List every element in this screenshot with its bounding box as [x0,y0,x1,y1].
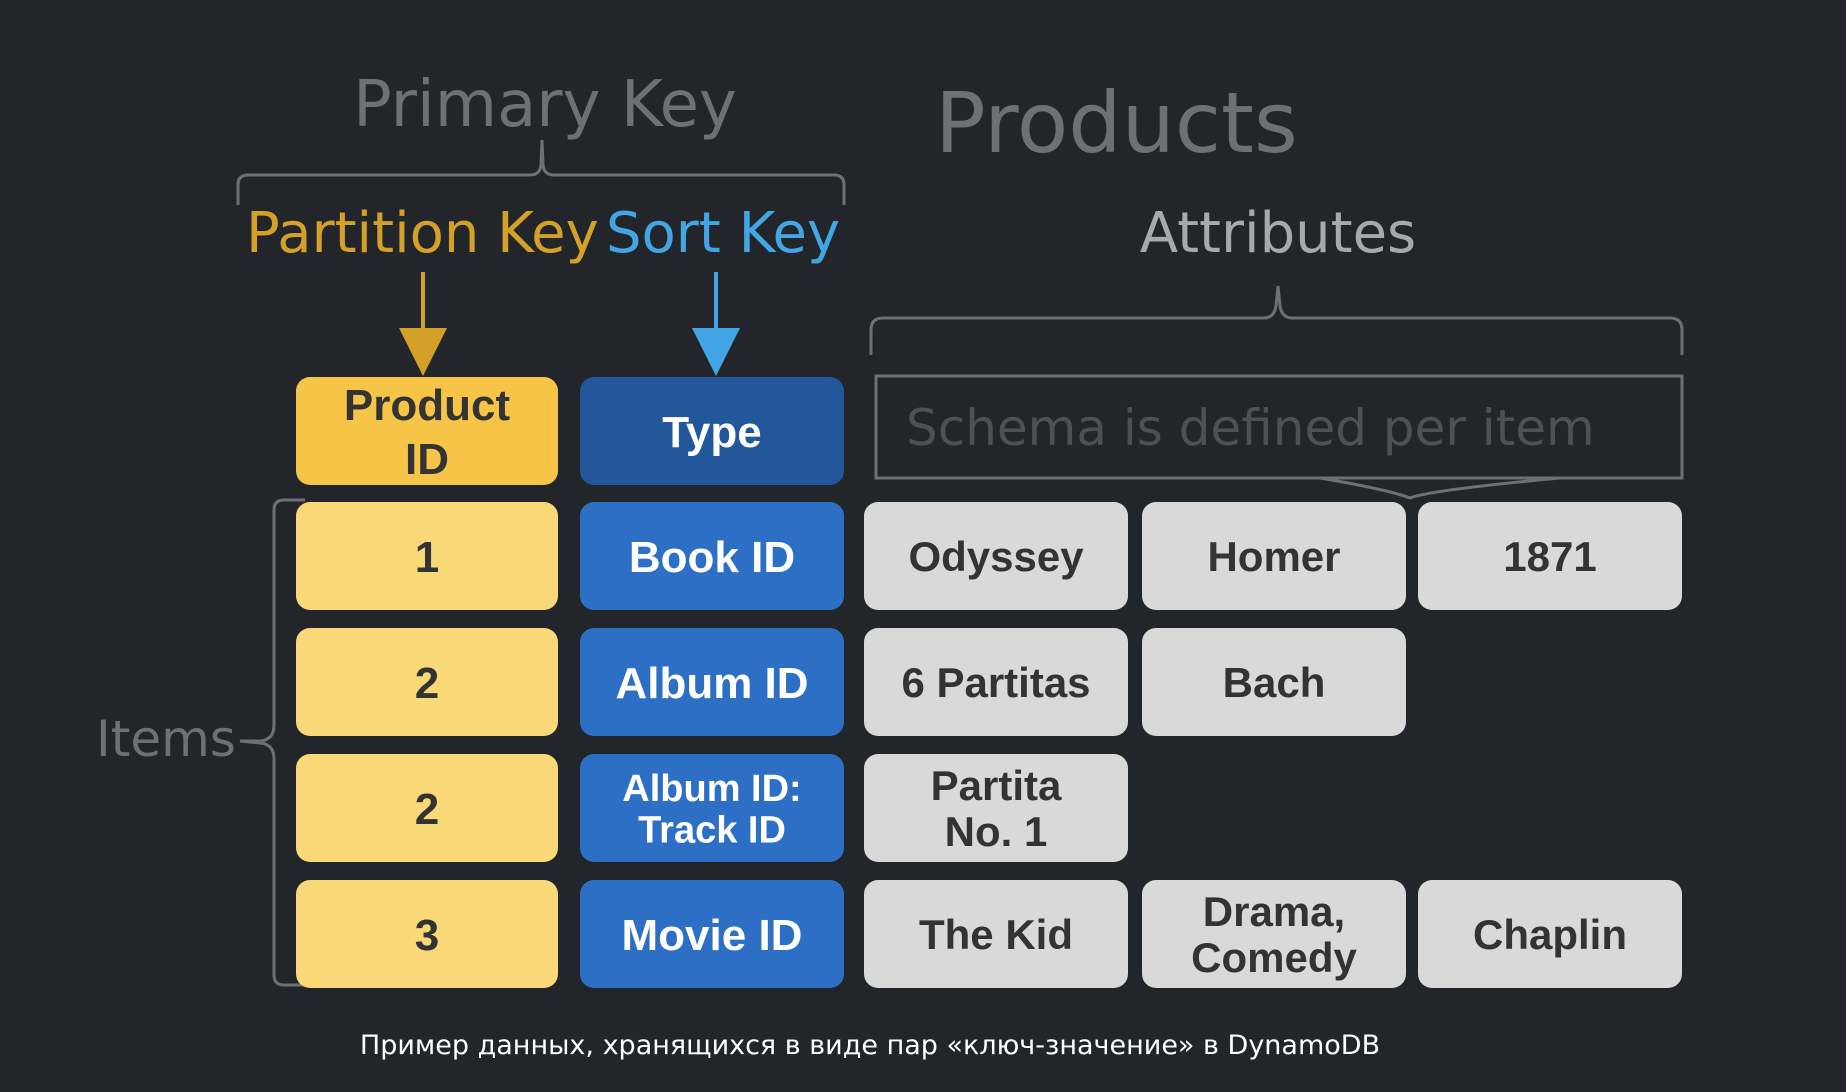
partition-key-cell: 2 [296,628,558,736]
sort-key-value: Track ID [638,810,786,852]
partition-key-value: 2 [415,659,439,708]
partition-key-value: 2 [415,785,439,834]
sort-key-value: Album ID: [622,768,801,810]
item-rows: 1 Book ID Odyssey Homer 1871 2 Album ID 6 Parti… [296,502,1682,988]
primary-key-brace [236,139,846,205]
items-label: Items [96,710,236,768]
attribute-value: Homer [1207,533,1340,580]
items-brace [239,498,305,987]
partition-key-cell: 2 [296,754,558,862]
sort-key-value: Book ID [629,533,795,582]
sort-key-cell: Movie ID [580,880,844,988]
partition-key-cell: 3 [296,880,558,988]
table-title: Products [935,74,1298,172]
attribute-value: Partita [931,762,1062,809]
attribute-cell: Drama,Comedy [1142,880,1406,988]
partition-key-value: 3 [415,911,439,960]
sort-key-value: Movie ID [622,911,803,960]
dynamodb-table-diagram: Products Primary Key Partition Key Sort … [96,68,1684,988]
figure-caption: Пример данных, хранящихся в виде пар «кл… [359,1030,1381,1061]
table-row: 1 Book ID Odyssey Homer 1871 [296,502,1682,610]
table-row: 2 Album ID:Track IDPartitaNo. 1 [296,754,1128,862]
attribute-cell: Bach [1142,628,1406,736]
partition-key-value: 1 [415,533,439,582]
attribute-value: Drama, [1203,888,1345,935]
attribute-cell: PartitaNo. 1 [864,754,1128,862]
attributes-label: Attributes [1140,201,1416,266]
attributes-brace [869,285,1684,355]
attribute-cell: The Kid [864,880,1128,988]
partition-key-label: Partition Key [246,201,599,266]
partition-key-header-line2: ID [405,435,449,484]
partition-key-header: Product ID [296,377,558,485]
attribute-value: 6 Partitas [901,659,1090,706]
sort-key-cell: Album ID:Track ID [580,754,844,862]
sort-key-value: Album ID [615,659,808,708]
sort-key-cell: Album ID [580,628,844,736]
attribute-cell: 1871 [1418,502,1682,610]
attribute-cell: Chaplin [1418,880,1682,988]
attribute-cell: Homer [1142,502,1406,610]
table-row: 2 Album ID 6 Partitas Bach [296,628,1406,736]
sort-key-header: Type [580,377,844,485]
attribute-value: Chaplin [1473,911,1627,958]
attribute-value: Odyssey [908,533,1084,580]
attribute-cell: 6 Partitas [864,628,1128,736]
attribute-value: Bach [1223,659,1326,706]
sort-key-label: Sort Key [606,201,840,266]
primary-key-label: Primary Key [353,68,737,142]
sort-key-cell: Book ID [580,502,844,610]
attribute-value: 1871 [1503,533,1596,580]
sort-key-header-text: Type [662,408,761,457]
partition-key-header-line1: Product [344,381,511,430]
schema-note-text: Schema is defined per item [906,399,1595,457]
attribute-cell: Odyssey [864,502,1128,610]
partition-key-cell: 1 [296,502,558,610]
schema-note-pointer [1319,476,1561,500]
table-row: 3 Movie ID The Kid Drama,Comedy Chaplin [296,880,1682,988]
attribute-value: The Kid [919,911,1073,958]
attribute-value: No. 1 [945,808,1048,855]
attribute-value: Comedy [1191,934,1357,981]
